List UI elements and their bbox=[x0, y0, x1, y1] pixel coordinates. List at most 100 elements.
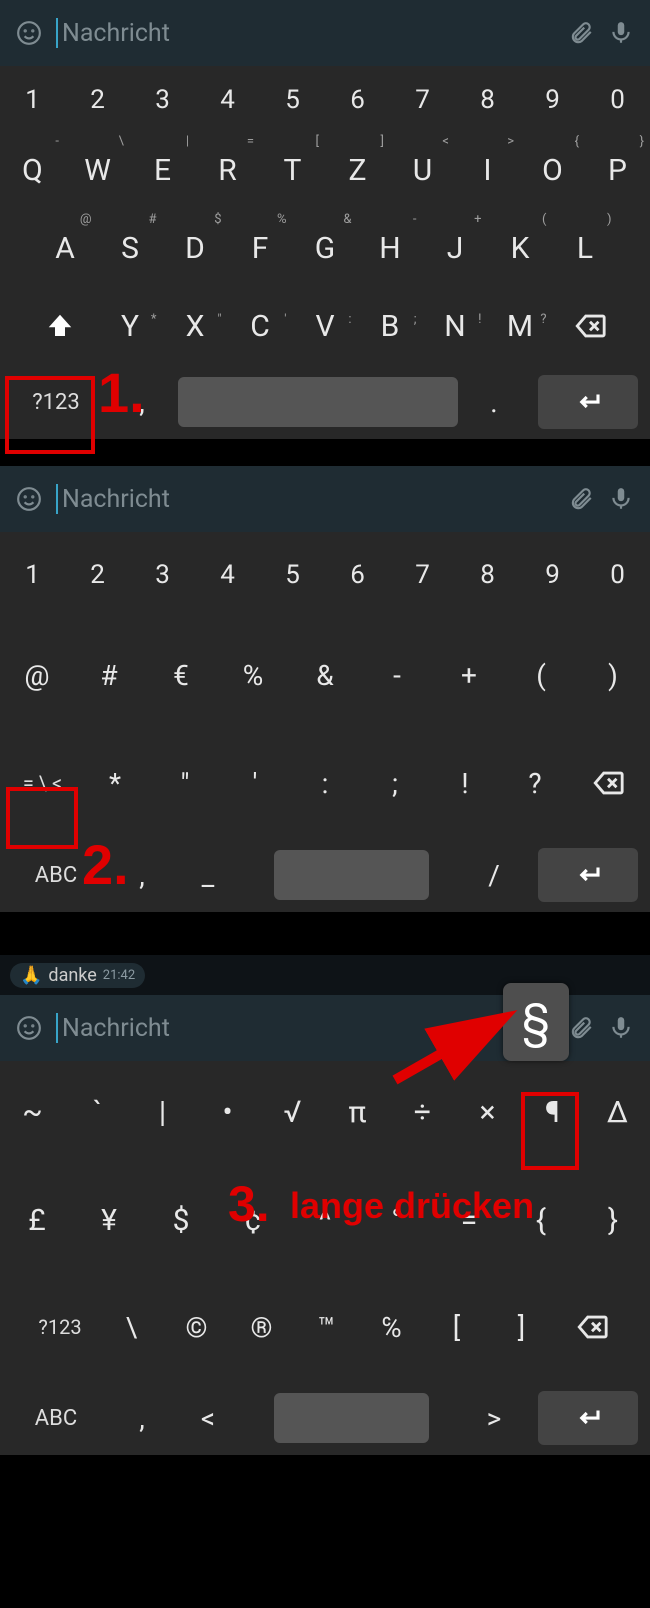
message-input[interactable]: Nachricht bbox=[56, 1013, 554, 1043]
key-9[interactable]: 9 bbox=[520, 69, 585, 131]
key-©[interactable]: © bbox=[164, 1311, 229, 1344]
letters-mode-key[interactable]: ABC bbox=[6, 1387, 106, 1449]
key-n[interactable]: N! bbox=[423, 309, 488, 344]
key-@[interactable]: @ bbox=[1, 636, 73, 714]
key-1[interactable]: 1 bbox=[0, 544, 65, 606]
key-€[interactable]: € bbox=[145, 636, 217, 714]
key-|[interactable]: | bbox=[130, 1073, 195, 1151]
key-u[interactable]: U< bbox=[390, 131, 455, 209]
backspace-key[interactable] bbox=[554, 1289, 629, 1365]
gt-key[interactable]: > bbox=[464, 1387, 524, 1449]
key-p[interactable]: P} bbox=[585, 131, 650, 209]
key-*[interactable]: * bbox=[80, 767, 150, 800]
key-9[interactable]: 9 bbox=[520, 544, 585, 606]
key-#[interactable]: # bbox=[73, 636, 145, 714]
key-£[interactable]: £ bbox=[1, 1181, 73, 1259]
key-i[interactable]: I> bbox=[455, 131, 520, 209]
key-w[interactable]: W\ bbox=[65, 131, 130, 209]
key-7[interactable]: 7 bbox=[390, 544, 455, 606]
key-¢[interactable]: ¢ bbox=[217, 1181, 289, 1259]
key-q[interactable]: Q- bbox=[0, 131, 65, 209]
enter-key[interactable] bbox=[538, 1391, 638, 1445]
key-b[interactable]: B; bbox=[358, 309, 423, 344]
comma-key[interactable]: , bbox=[112, 1387, 172, 1449]
key-h[interactable]: H- bbox=[358, 209, 423, 287]
message-input[interactable]: Nachricht bbox=[56, 484, 554, 514]
key-}[interactable]: } bbox=[577, 1181, 649, 1259]
key-•[interactable]: • bbox=[195, 1073, 260, 1151]
key-][interactable]: ] bbox=[489, 1311, 554, 1344]
space-key[interactable] bbox=[244, 1387, 458, 1449]
key-4[interactable]: 4 bbox=[195, 544, 260, 606]
space-key[interactable] bbox=[178, 371, 458, 433]
backspace-key[interactable] bbox=[553, 287, 628, 365]
key-~[interactable]: ~ bbox=[0, 1073, 65, 1151]
key-"[interactable]: " bbox=[150, 767, 220, 800]
key-v[interactable]: V: bbox=[293, 309, 358, 344]
key-3[interactable]: 3 bbox=[130, 69, 195, 131]
message-input[interactable]: Nachricht bbox=[56, 18, 554, 48]
attach-icon[interactable] bbox=[568, 1015, 594, 1041]
period-key[interactable]: . bbox=[464, 371, 524, 433]
key-)[interactable]: ) bbox=[577, 636, 649, 714]
key-j[interactable]: J+ bbox=[423, 209, 488, 287]
key-g[interactable]: G& bbox=[293, 209, 358, 287]
backspace-key[interactable] bbox=[570, 744, 645, 822]
key-8[interactable]: 8 bbox=[455, 69, 520, 131]
longpress-popup[interactable]: § bbox=[503, 983, 569, 1061]
attach-icon[interactable] bbox=[568, 20, 594, 46]
emoji-icon[interactable] bbox=[16, 1015, 42, 1041]
key-;[interactable]: ; bbox=[360, 767, 430, 800]
key-a[interactable]: A@ bbox=[33, 209, 98, 287]
key-d[interactable]: D$ bbox=[163, 209, 228, 287]
key-™[interactable]: ™ bbox=[294, 1311, 359, 1344]
comma-key[interactable]: , bbox=[112, 844, 172, 906]
shift-key[interactable] bbox=[23, 287, 98, 365]
key-0[interactable]: 0 bbox=[585, 544, 650, 606]
key-`[interactable]: ` bbox=[65, 1073, 130, 1151]
key-÷[interactable]: ÷ bbox=[390, 1073, 455, 1151]
key-$[interactable]: $ bbox=[145, 1181, 217, 1259]
key-f[interactable]: F% bbox=[228, 209, 293, 287]
enter-key[interactable] bbox=[538, 375, 638, 429]
key-y[interactable]: Y* bbox=[98, 309, 163, 344]
lt-key[interactable]: < bbox=[178, 1387, 238, 1449]
key-\[interactable]: \ bbox=[99, 1311, 164, 1344]
emoji-icon[interactable] bbox=[16, 486, 42, 512]
mic-icon[interactable] bbox=[608, 20, 634, 46]
key-℅[interactable]: ℅ bbox=[359, 1311, 424, 1344]
mic-icon[interactable] bbox=[608, 486, 634, 512]
symbols-mode-key[interactable]: ?123 bbox=[6, 371, 106, 433]
key-e[interactable]: E| bbox=[130, 131, 195, 209]
key-%[interactable]: % bbox=[217, 636, 289, 714]
key-m[interactable]: M? bbox=[488, 309, 553, 344]
underscore-key[interactable]: _ bbox=[178, 844, 238, 906]
enter-key[interactable] bbox=[538, 848, 638, 902]
key-![interactable]: ! bbox=[430, 767, 500, 800]
key-¶[interactable]: ¶ bbox=[520, 1073, 585, 1151]
key--[interactable]: - bbox=[361, 636, 433, 714]
key-×[interactable]: × bbox=[455, 1073, 520, 1151]
key-7[interactable]: 7 bbox=[390, 69, 455, 131]
key-l[interactable]: L) bbox=[553, 209, 618, 287]
emoji-icon[interactable] bbox=[16, 20, 42, 46]
symbols1-mode-key[interactable]: ?123 bbox=[21, 1289, 99, 1365]
more-symbols-key[interactable]: = \ < bbox=[5, 744, 80, 822]
key-6[interactable]: 6 bbox=[325, 69, 390, 131]
key-s[interactable]: S# bbox=[98, 209, 163, 287]
key-δ[interactable]: Δ bbox=[585, 1073, 650, 1151]
key-=[interactable]: = bbox=[433, 1181, 505, 1259]
slash-key[interactable]: / bbox=[464, 844, 524, 906]
key-√[interactable]: √ bbox=[260, 1073, 325, 1151]
key-8[interactable]: 8 bbox=[455, 544, 520, 606]
key-x[interactable]: X" bbox=[163, 309, 228, 344]
key-?[interactable]: ? bbox=[500, 767, 570, 800]
key-^[interactable]: ^ bbox=[289, 1181, 361, 1259]
attach-icon[interactable] bbox=[568, 486, 594, 512]
key-π[interactable]: π bbox=[325, 1073, 390, 1151]
key-®[interactable]: ® bbox=[229, 1311, 294, 1344]
key-+[interactable]: + bbox=[433, 636, 505, 714]
key-2[interactable]: 2 bbox=[65, 69, 130, 131]
key-r[interactable]: R= bbox=[195, 131, 260, 209]
key-&[interactable]: & bbox=[289, 636, 361, 714]
